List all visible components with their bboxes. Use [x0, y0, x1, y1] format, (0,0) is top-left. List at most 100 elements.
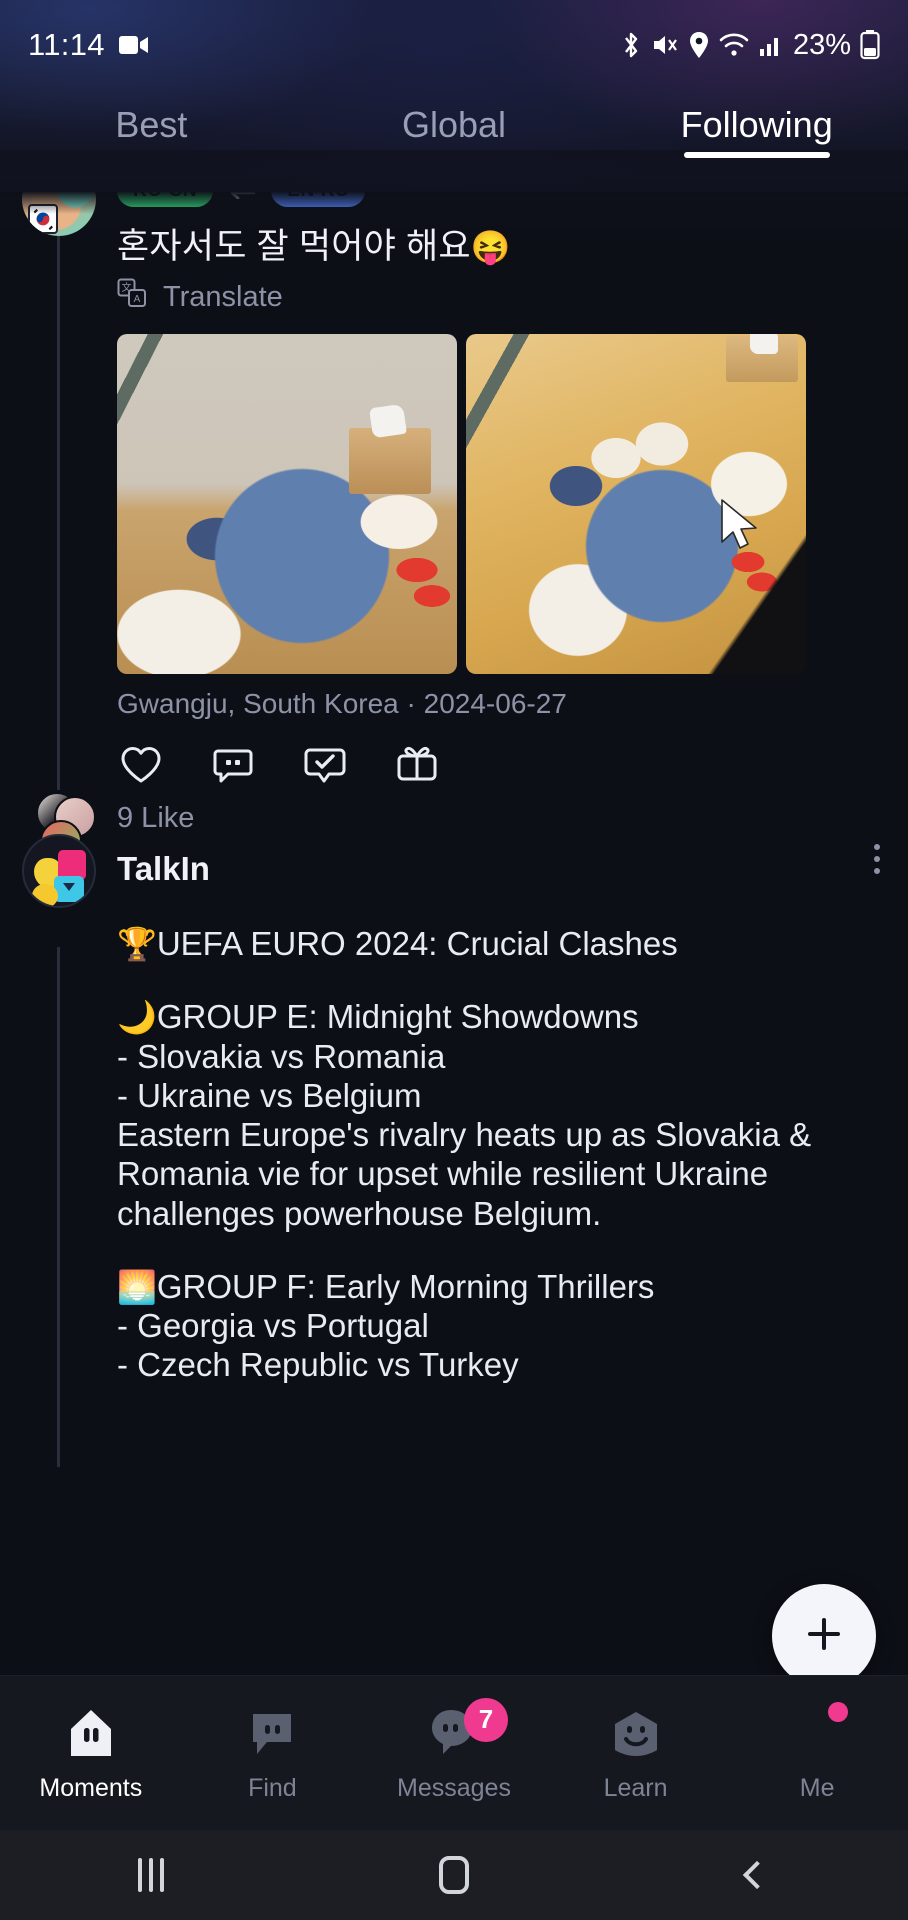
group-e-match-1: - Slovakia vs Romania	[117, 1037, 446, 1075]
group-e-heading: 🌙GROUP E: Midnight Showdowns	[117, 997, 857, 1036]
group-f-title: GROUP F: Early Morning Thrillers	[156, 1267, 655, 1305]
mute-icon	[651, 31, 679, 59]
language-pair-row[interactable]: KO CN EN RU	[117, 192, 366, 207]
swap-horizontal-icon	[227, 192, 257, 204]
kebab-dot	[874, 868, 880, 874]
talkin-author-name[interactable]: TalkIn	[117, 850, 210, 888]
nav-label-learn: Learn	[603, 1773, 668, 1802]
thread-connector-line	[57, 947, 60, 1467]
video-recording-icon	[118, 34, 149, 56]
status-bar-right: 23%	[620, 29, 880, 62]
translate-icon: 文 A	[117, 278, 147, 316]
group-f-heading: 🌅GROUP F: Early Morning Thrillers	[117, 1267, 857, 1306]
messages-unread-badge: 7	[463, 1697, 508, 1742]
group-e-description: Eastern Europe's rivalry heats up as Slo…	[117, 1116, 812, 1232]
tab-following[interactable]: Following	[605, 100, 908, 158]
back-glyph	[742, 1860, 771, 1890]
article-title-line: 🏆UEFA EURO 2024: Crucial Clashes	[117, 924, 857, 963]
nav-item-find[interactable]: Find	[182, 1704, 364, 1803]
talkin-avatar[interactable]	[22, 834, 96, 908]
battery-percent: 23%	[792, 28, 851, 61]
recents-glyph	[138, 1858, 165, 1892]
avatar-shape-cyan-bubble	[54, 876, 84, 902]
home-glyph	[438, 1856, 469, 1894]
likes-count-label[interactable]: 9 Like	[117, 802, 194, 835]
feed-list[interactable]: KO CN EN RU 혼자서도 잘 먹어야 해요😝 文 A	[0, 192, 908, 1920]
create-post-fab[interactable]	[772, 1584, 876, 1688]
tab-best-label: Best	[115, 104, 188, 145]
status-time: 11:14	[28, 27, 105, 62]
sunrise-emoji: 🌅	[117, 1268, 157, 1305]
post-author-avatar-wrap[interactable]	[22, 192, 96, 236]
group-f-match-1: - Georgia vs Portugal	[117, 1307, 429, 1345]
kebab-dot	[874, 844, 880, 850]
article-spacer	[117, 963, 857, 997]
check-bubble-icon[interactable]	[301, 740, 349, 788]
more-options-icon[interactable]	[874, 844, 880, 874]
bluetooth-icon	[620, 30, 642, 60]
group-e-title: GROUP E: Midnight Showdowns	[156, 998, 639, 1036]
location-icon	[688, 31, 710, 59]
nav-label-find: Find	[248, 1773, 297, 1802]
translate-button[interactable]: 文 A Translate	[117, 278, 283, 316]
bottom-navigation-bar[interactable]: Moments Find 7 Messages Learn Me	[0, 1675, 908, 1830]
post-meta-separator: ·	[398, 688, 424, 719]
article-title: UEFA EURO 2024: Crucial Clashes	[156, 925, 678, 962]
post-date: 2024-06-27	[423, 688, 567, 719]
post-location: Gwangju, South Korea	[117, 688, 399, 719]
post-text-emoji: 😝	[470, 229, 511, 265]
home-button-icon[interactable]	[394, 1830, 514, 1920]
gift-icon[interactable]	[393, 740, 441, 788]
battery-icon	[860, 30, 880, 60]
like-heart-icon[interactable]	[117, 740, 165, 788]
nav-item-learn[interactable]: Learn	[545, 1704, 727, 1803]
photo-1-detail	[349, 428, 431, 494]
nav-label-messages: Messages	[397, 1773, 511, 1802]
thread-connector-line	[57, 220, 60, 790]
nav-item-me[interactable]: Me	[726, 1701, 908, 1803]
me-notification-dot	[828, 1701, 849, 1722]
home-icon	[62, 1704, 120, 1762]
language-chip-target[interactable]: EN RU	[271, 192, 366, 207]
group-f-match-2: - Czech Republic vs Turkey	[117, 1346, 519, 1384]
status-bar: 11:14 23%	[0, 0, 908, 90]
moon-emoji: 🌙	[117, 999, 157, 1036]
back-button-icon[interactable]	[697, 1830, 817, 1920]
post-action-row[interactable]	[117, 740, 441, 788]
nav-item-messages[interactable]: 7 Messages	[363, 1697, 545, 1803]
wifi-icon	[719, 32, 749, 58]
feed-tab-bar[interactable]: Best Global Following	[0, 100, 908, 192]
nav-item-moments[interactable]: Moments	[0, 1704, 182, 1803]
trophy-emoji: 🏆	[117, 926, 157, 962]
language-chip-source[interactable]: KO CN	[117, 192, 214, 207]
kebab-dot	[874, 856, 880, 862]
tab-global[interactable]: Global	[303, 100, 606, 146]
post-photo-1[interactable]	[117, 334, 457, 674]
svg-text:A: A	[134, 294, 141, 305]
post-text-content: 혼자서도 잘 먹어야 해요	[117, 227, 471, 266]
photo-2-detail	[726, 334, 798, 382]
avatar-shape-yellow-dot	[32, 884, 58, 906]
profile-avatar	[788, 1701, 849, 1762]
tab-best[interactable]: Best	[0, 100, 303, 146]
post-photo-2[interactable]	[466, 334, 806, 674]
signal-icon	[758, 32, 784, 58]
app-root: 11:14 23% Best Global Following 혼자서도 잘 먹…	[0, 0, 908, 1920]
article-spacer	[117, 1233, 857, 1267]
plus-icon	[800, 1610, 848, 1663]
nav-label-me: Me	[799, 1773, 835, 1802]
post-photo-grid[interactable]	[117, 334, 806, 674]
comment-icon[interactable]	[209, 740, 257, 788]
android-navigation-bar[interactable]	[0, 1830, 908, 1920]
recents-icon[interactable]	[91, 1830, 211, 1920]
discover-icon	[243, 1704, 301, 1762]
learn-icon	[607, 1704, 665, 1762]
tab-following-label: Following	[680, 104, 833, 145]
avatar[interactable]	[22, 192, 96, 236]
talkin-author-avatar-wrap[interactable]	[22, 834, 96, 908]
tab-active-indicator	[683, 152, 830, 158]
talkin-article-body: 🏆UEFA EURO 2024: Crucial Clashes 🌙GROUP …	[117, 924, 857, 1385]
south-korea-flag-icon	[28, 204, 58, 234]
group-e-match-2: - Ukraine vs Belgium	[117, 1076, 422, 1114]
post-body-text: 혼자서도 잘 먹어야 해요😝	[117, 218, 511, 269]
